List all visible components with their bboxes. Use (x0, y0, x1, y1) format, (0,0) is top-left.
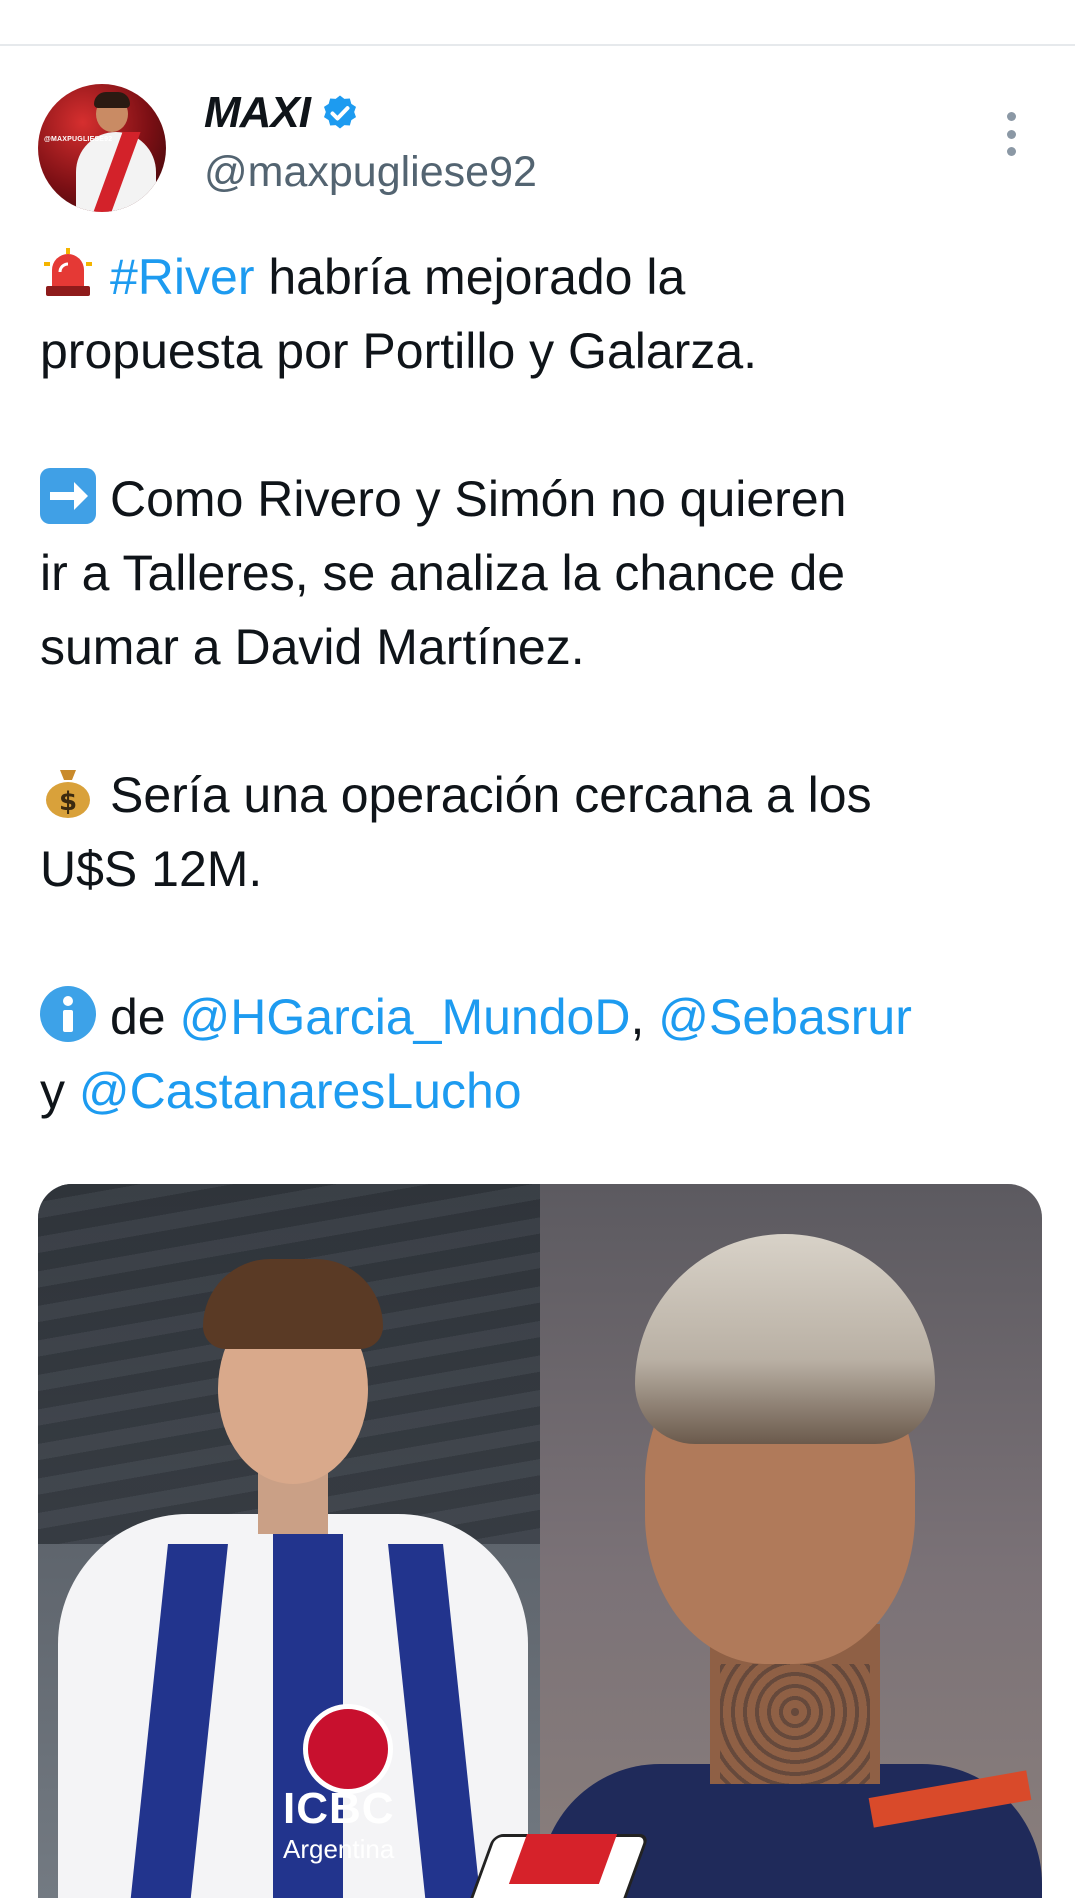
tweet-line-9-prefix: y (40, 1063, 79, 1119)
tweet-line: y @CastanaresLucho (40, 1054, 1050, 1128)
right-arrow-emoji (40, 468, 96, 524)
more-dot (1006, 147, 1016, 156)
tweet-line-4: ir a Talleres, se analiza la chance de (40, 545, 846, 601)
media-right-panel (540, 1184, 1042, 1898)
player-right-hair (635, 1234, 935, 1444)
more-options-icon[interactable] (1004, 112, 1018, 156)
verified-badge-icon[interactable] (320, 93, 360, 133)
author-name-row[interactable]: MAXI (204, 88, 360, 138)
tweet-line: $ Sería una operación cercana a los (40, 758, 1050, 832)
siren-emoji (40, 246, 96, 302)
crest-band (508, 1834, 618, 1884)
tweet-line-6-text: Sería una operación cercana a los (110, 767, 872, 823)
more-dot (1006, 129, 1016, 139)
mention-separator: , (630, 989, 659, 1045)
information-emoji (40, 986, 96, 1042)
media-left-panel: ICBC Argentina (38, 1184, 540, 1898)
shirt-sponsor: ICBC (283, 1784, 395, 1833)
tweet-line-3-text: Como Rivero y Simón no quieren (110, 471, 847, 527)
shirt-sponsor-sub: Argentina (283, 1834, 395, 1864)
neck-tattoo (720, 1664, 870, 1784)
tweet-line-2: propuesta por Portillo y Galarza. (40, 323, 758, 379)
tweet-line: Como Rivero y Simón no quieren (40, 462, 1050, 536)
tweet-line-8-prefix: de (110, 989, 180, 1045)
avatar-hair (94, 92, 130, 108)
player-left-hair (203, 1259, 383, 1349)
author-name[interactable]: MAXI (204, 88, 311, 138)
tweet-media-image[interactable]: ICBC Argentina (38, 1184, 1042, 1898)
author-handle[interactable]: @maxpugliese92 (204, 148, 537, 197)
tweet-line-1-text: habría mejorado la (254, 249, 686, 305)
tweet-line: #River habría mejorado la (40, 240, 1050, 314)
mention-castanares[interactable]: @CastanaresLucho (79, 1063, 522, 1119)
svg-text:$: $ (59, 787, 77, 817)
top-bar (0, 0, 1075, 46)
money-bag-emoji: $ (46, 770, 90, 818)
author-avatar[interactable]: @MAXPUGLIESE92 (38, 84, 166, 212)
more-dot (1006, 112, 1016, 121)
mention-hgarcia[interactable]: @HGarcia_MundoD (180, 989, 631, 1045)
hashtag-river[interactable]: #River (110, 249, 254, 305)
tweet-line-7: U$S 12M. (40, 841, 263, 897)
mention-sebasrur[interactable]: @Sebasrur (658, 989, 912, 1045)
tweet-line: de @HGarcia_MundoD, @Sebasrur (40, 980, 1050, 1054)
avatar-tag: @MAXPUGLIESE92 (44, 136, 113, 143)
tweet-line-5: sumar a David Martínez. (40, 619, 585, 675)
tweet-text: #River habría mejorado la propuesta por … (40, 240, 1050, 1128)
sponsor-logo-icon (303, 1704, 393, 1794)
